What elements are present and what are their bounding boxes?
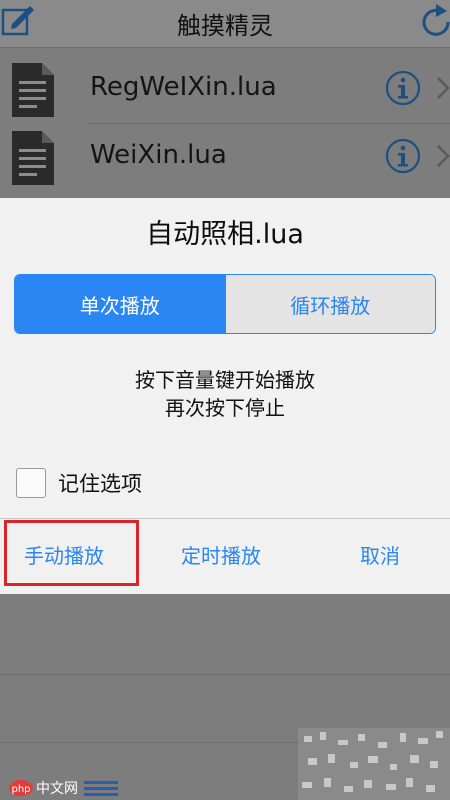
message-line-1: 按下音量键开始播放 (135, 368, 315, 392)
info-icon[interactable] (385, 70, 421, 106)
file-name: WeiXin.lua (90, 140, 227, 170)
remember-option-row[interactable]: 记住选项 (16, 468, 142, 498)
php-logo-icon: php (9, 780, 33, 796)
message-line-2: 再次按下停止 (165, 396, 285, 420)
highlight-box (4, 520, 139, 586)
watermark: php 中文网 (8, 778, 118, 798)
remember-checkbox[interactable] (16, 468, 46, 498)
segment-single-play[interactable]: 单次播放 (15, 275, 225, 333)
file-name: RegWeIXin.lua (90, 72, 277, 102)
document-icon (12, 131, 54, 185)
remember-label: 记住选项 (58, 472, 142, 496)
nav-bar: 触摸精灵 (0, 0, 450, 48)
segment-loop-play[interactable]: 循环播放 (224, 275, 435, 333)
chevron-right-icon (437, 77, 450, 99)
pixel-noise-pattern (298, 728, 450, 800)
dialog-title: 自动照相.lua (146, 219, 304, 250)
app-title: 触摸精灵 (177, 12, 273, 40)
file-row[interactable]: WeiXin.lua (0, 124, 450, 192)
watermark-text: 中文网 (36, 781, 78, 797)
dialog-divider (0, 518, 450, 519)
info-icon[interactable] (385, 138, 421, 174)
play-options-dialog: 自动照相.lua 单次播放 循环播放 按下音量键开始播放 再次按下停止 记住选项… (0, 198, 450, 594)
play-mode-segmented-control: 单次播放 循环播放 (14, 274, 436, 334)
refresh-icon[interactable] (418, 2, 450, 38)
timed-play-button[interactable]: 定时播放 (181, 540, 261, 569)
document-icon (12, 63, 54, 117)
cancel-button[interactable]: 取消 (360, 540, 400, 569)
svg-text:php: php (11, 784, 30, 795)
chevron-right-icon (437, 145, 450, 167)
dialog-message: 按下音量键开始播放 再次按下停止 (0, 366, 450, 422)
menu-bars-icon (84, 781, 118, 796)
list-divider (0, 674, 450, 675)
file-row[interactable]: RegWeIXin.lua (0, 56, 450, 124)
